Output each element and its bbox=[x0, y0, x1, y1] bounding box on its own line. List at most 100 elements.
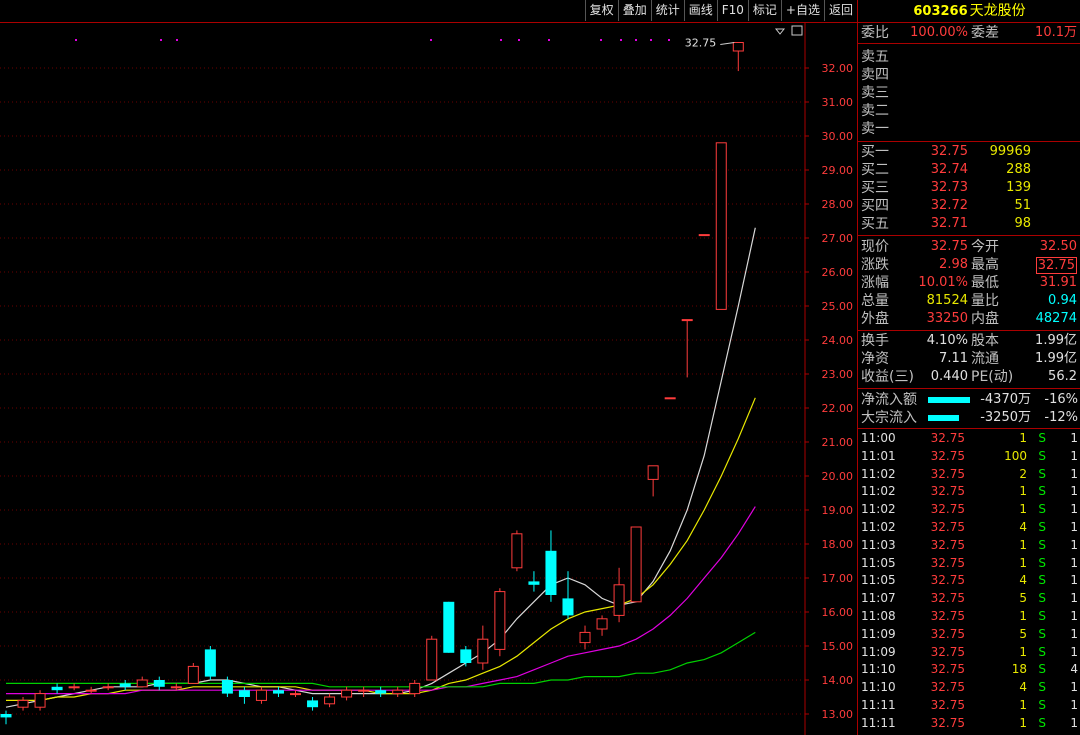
tick-count: 4 bbox=[1070, 662, 1078, 677]
tick-volume: 18 bbox=[1011, 662, 1027, 677]
fund-value-2: 56.2 bbox=[1048, 369, 1077, 384]
tick-row: 11:01 32.75 100 S 1 bbox=[858, 448, 1080, 466]
toolbar-button-0[interactable]: 复权 bbox=[584, 0, 618, 21]
flow-pct: -16% bbox=[1044, 392, 1078, 407]
ma-line-3 bbox=[6, 631, 756, 688]
toolbar-button-1[interactable]: 叠加 bbox=[617, 0, 651, 21]
fund-label: 收益(三) bbox=[861, 369, 914, 385]
toolbar-button-2[interactable]: 统计 bbox=[650, 0, 684, 21]
tick-list[interactable]: 11:00 32.75 1 S 1 11:01 32.75 100 S 1 11:02 32.75 2 S… bbox=[858, 429, 1080, 733]
tick-count: 1 bbox=[1070, 555, 1078, 570]
y-tick-label: 21.00 bbox=[822, 436, 854, 449]
candle bbox=[153, 676, 165, 691]
tick-time: 11:11 bbox=[861, 715, 896, 730]
tick-volume: 1 bbox=[1019, 555, 1027, 570]
stock-header: 603266 天龙股份 bbox=[858, 0, 1080, 23]
candle bbox=[426, 635, 438, 681]
kline-chart[interactable]: 32.00 31.00 30.00 29.00 28.00 27.00 26.00 25.00… bbox=[0, 23, 857, 735]
candle bbox=[545, 530, 557, 602]
candle bbox=[17, 697, 29, 711]
bid-price: 32.75 bbox=[930, 144, 968, 159]
diff-label: 委差 bbox=[971, 25, 999, 41]
tick-time: 11:09 bbox=[861, 626, 896, 641]
event-marker bbox=[160, 39, 162, 41]
toolbar-button-6[interactable]: +自选 bbox=[780, 0, 824, 21]
tick-volume: 1 bbox=[1019, 431, 1027, 445]
quote-value-2: 32.75 bbox=[1035, 257, 1077, 274]
quote-label: 涨幅 bbox=[861, 275, 889, 291]
candle bbox=[409, 680, 421, 697]
bid-label: 买二 bbox=[861, 162, 889, 178]
ask-row: 卖三 bbox=[858, 84, 1080, 102]
tick-side: S bbox=[1038, 591, 1046, 606]
y-tick-label: 29.00 bbox=[822, 164, 854, 177]
candle bbox=[136, 676, 148, 688]
y-tick-label: 15.00 bbox=[822, 640, 854, 653]
quote-label: 涨跌 bbox=[861, 257, 889, 273]
bid-price: 32.71 bbox=[930, 216, 968, 231]
toolbar-button-7[interactable]: 返回 bbox=[823, 0, 857, 21]
quote-value-2: 0.94 bbox=[1048, 293, 1077, 308]
candle bbox=[358, 686, 370, 697]
candle bbox=[68, 683, 80, 691]
candle bbox=[85, 686, 97, 694]
quote-value-2: 31.91 bbox=[1039, 275, 1077, 290]
tick-volume: 1 bbox=[1019, 537, 1027, 552]
tick-row: 11:02 32.75 1 S 1 bbox=[858, 501, 1080, 519]
toolbar-button-4[interactable]: F10 bbox=[716, 0, 748, 21]
tick-row: 11:02 32.75 2 S 1 bbox=[858, 466, 1080, 484]
stock-code: 603266 bbox=[913, 4, 968, 19]
y-tick-label: 20.00 bbox=[822, 470, 854, 483]
quote-row: 外盘 33250 内盘 48274 bbox=[858, 310, 1080, 328]
y-tick-label: 26.00 bbox=[822, 266, 854, 279]
fund-label-2: 流通 bbox=[971, 351, 999, 367]
event-marker bbox=[176, 39, 178, 41]
tick-count: 1 bbox=[1070, 680, 1078, 695]
tick-price: 32.75 bbox=[930, 591, 965, 606]
fund-value: 4.10% bbox=[926, 333, 968, 348]
event-marker bbox=[650, 39, 652, 41]
tick-count: 1 bbox=[1070, 573, 1078, 588]
quote-stats: 现价 32.75 今开 32.50 涨跌 2.98 最高 32.75 涨幅 10.01% 最低 31.… bbox=[858, 236, 1080, 331]
tick-count: 1 bbox=[1070, 591, 1078, 606]
candle bbox=[494, 588, 506, 657]
event-marker bbox=[518, 39, 520, 41]
tick-side: S bbox=[1038, 466, 1046, 481]
candle bbox=[698, 234, 710, 237]
candle bbox=[324, 693, 336, 708]
tick-row: 11:02 32.75 4 S 1 bbox=[858, 519, 1080, 537]
tick-row: 11:07 32.75 5 S 1 bbox=[858, 590, 1080, 608]
tick-side: S bbox=[1038, 715, 1046, 730]
fund-label-2: PE(动) bbox=[971, 369, 1014, 385]
fund-row: 净资 7.11 流通 1.99亿 bbox=[858, 350, 1080, 368]
bid-price: 32.72 bbox=[930, 198, 968, 213]
tick-side: S bbox=[1038, 573, 1046, 588]
tick-volume: 4 bbox=[1019, 680, 1027, 695]
tick-volume: 1 bbox=[1019, 484, 1027, 499]
candle bbox=[664, 397, 676, 400]
tick-volume: 1 bbox=[1019, 608, 1027, 623]
tick-count: 1 bbox=[1070, 466, 1078, 481]
toolbar-button-3[interactable]: 画线 bbox=[683, 0, 717, 21]
tick-count: 1 bbox=[1070, 484, 1078, 499]
tick-time: 11:07 bbox=[861, 591, 896, 606]
tick-row: 11:09 32.75 5 S 1 bbox=[858, 626, 1080, 644]
flow-label: 净流入额 bbox=[861, 392, 917, 408]
flow-value: -4370万 bbox=[980, 392, 1031, 407]
ratio-value: 100.00% bbox=[910, 25, 968, 40]
y-tick-label: 31.00 bbox=[822, 96, 854, 109]
toolbar-button-5[interactable]: 标记 bbox=[747, 0, 781, 21]
bid-price: 32.73 bbox=[930, 180, 968, 195]
fund-row: 换手 4.10% 股本 1.99亿 bbox=[858, 332, 1080, 350]
quote-value: 10.01% bbox=[918, 275, 968, 290]
tick-count: 1 bbox=[1070, 431, 1078, 445]
tick-time: 11:09 bbox=[861, 644, 896, 659]
bid-row: 买三 32.73 139 bbox=[858, 179, 1080, 197]
flow-value: -3250万 bbox=[980, 410, 1031, 425]
y-tick-label: 24.00 bbox=[822, 334, 854, 347]
quote-row: 涨跌 2.98 最高 32.75 bbox=[858, 256, 1080, 274]
tick-time: 11:02 bbox=[861, 466, 896, 481]
fund-value-2: 1.99亿 bbox=[1035, 333, 1077, 348]
tick-price: 32.75 bbox=[930, 573, 965, 588]
fund-value: 0.440 bbox=[930, 369, 968, 384]
